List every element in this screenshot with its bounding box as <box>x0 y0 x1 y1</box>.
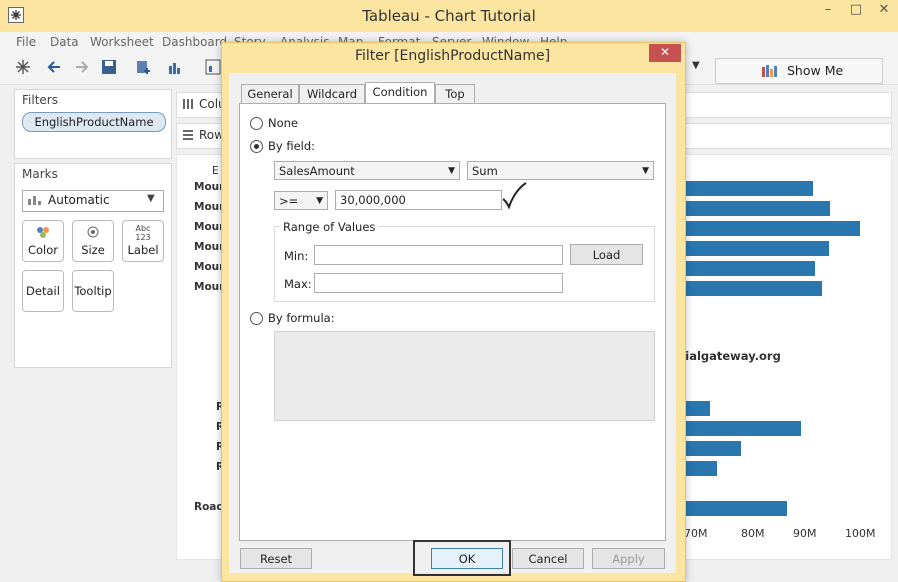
filters-title: Filters <box>22 93 58 107</box>
chart-row-header: E <box>212 165 219 177</box>
mark-type-bar-icon <box>28 196 41 205</box>
radio-none[interactable] <box>250 117 263 130</box>
tab-top[interactable]: Top <box>435 84 475 103</box>
bar[interactable] <box>685 261 815 276</box>
reset-button[interactable]: Reset <box>240 548 312 569</box>
chevron-down-icon: ▼ <box>448 166 455 176</box>
tableau-home-icon[interactable] <box>14 58 32 76</box>
menu-dashboard[interactable]: Dashboard <box>162 35 227 49</box>
apply-button[interactable]: Apply <box>592 548 665 569</box>
marks-color-label: Color <box>27 243 59 257</box>
dialog-close-button[interactable]: ✕ <box>649 44 681 62</box>
load-button[interactable]: Load <box>570 244 643 265</box>
maximize-button[interactable]: □ <box>842 0 870 22</box>
columns-icon <box>183 99 193 109</box>
chart-options-icon[interactable] <box>204 58 222 76</box>
formula-editor[interactable] <box>274 331 655 421</box>
min-input[interactable] <box>314 245 563 265</box>
dialog-title: Filter [EnglishProductName] <box>354 48 551 64</box>
menu-data[interactable]: Data <box>50 35 79 49</box>
chevron-down-icon: ▼ <box>642 166 649 176</box>
close-window-button[interactable]: ✕ <box>870 0 898 22</box>
show-me-label: Show Me <box>787 63 844 78</box>
tab-general[interactable]: General <box>241 84 299 103</box>
marks-title: Marks <box>22 167 58 181</box>
x-tick-70m: 70M <box>684 527 708 540</box>
cancel-button[interactable]: Cancel <box>512 548 584 569</box>
bar[interactable] <box>685 421 801 436</box>
checkmark-icon <box>502 182 527 210</box>
min-label: Min: <box>284 249 309 263</box>
tab-wildcard[interactable]: Wildcard <box>299 84 365 103</box>
add-data-source-icon[interactable] <box>134 58 152 76</box>
aggregation-select[interactable]: Sum ▼ <box>467 161 654 180</box>
toolbar-dropdown-icon[interactable]: ▼ <box>692 60 700 71</box>
operator-select-value: >= <box>279 194 299 208</box>
filter-pill-englishproductname[interactable]: EnglishProductName <box>22 112 166 132</box>
window-title: Tableau - Chart Tutorial <box>362 7 536 25</box>
chevron-down-icon: ▼ <box>316 196 323 206</box>
marks-label-button[interactable]: Abc 123 Label <box>122 220 164 262</box>
condition-value-input[interactable]: 30,000,000 <box>335 190 502 210</box>
bar[interactable] <box>685 221 860 236</box>
field-select[interactable]: SalesAmount ▼ <box>274 161 460 180</box>
ok-highlight-box <box>413 540 511 576</box>
label-icon: Abc 123 <box>135 224 151 242</box>
marks-detail-label: Detail <box>26 284 60 298</box>
radio-by-field[interactable] <box>250 140 263 153</box>
save-icon[interactable] <box>100 58 118 76</box>
marks-detail-button[interactable]: Detail <box>22 270 64 312</box>
field-select-value: SalesAmount <box>279 164 355 178</box>
x-tick-100m: 100M <box>845 527 876 540</box>
marks-color-button[interactable]: Color <box>22 220 64 262</box>
bar[interactable] <box>685 281 822 296</box>
color-icon <box>37 227 49 238</box>
marks-size-label: Size <box>81 243 105 257</box>
radio-by-formula-label: By formula: <box>268 311 335 325</box>
bar[interactable] <box>685 501 787 516</box>
minimize-button[interactable]: – <box>814 0 842 22</box>
marks-size-button[interactable]: Size <box>72 220 114 262</box>
rows-icon <box>183 130 193 140</box>
undo-icon[interactable] <box>46 58 64 76</box>
bar[interactable] <box>685 441 741 456</box>
marks-tooltip-label: Tooltip <box>74 284 112 298</box>
marks-tooltip-button[interactable]: Tooltip <box>72 270 114 312</box>
row-label: Roac <box>194 501 223 513</box>
chevron-down-icon: ▼ <box>147 193 155 204</box>
bar[interactable] <box>685 241 829 256</box>
bar[interactable] <box>685 181 813 196</box>
menu-file[interactable]: File <box>16 35 36 49</box>
mark-type-value: Automatic <box>48 193 110 207</box>
radio-none-label: None <box>268 116 299 130</box>
new-worksheet-icon[interactable] <box>166 58 184 76</box>
bar-chart-icon <box>762 65 777 77</box>
x-tick-80m: 80M <box>741 527 765 540</box>
size-icon <box>87 226 99 238</box>
operator-select[interactable]: >= ▼ <box>274 191 328 210</box>
tab-condition[interactable]: Condition <box>365 82 435 104</box>
menu-worksheet[interactable]: Worksheet <box>90 35 154 49</box>
aggregation-select-value: Sum <box>472 164 498 178</box>
max-label: Max: <box>284 277 312 291</box>
bar[interactable] <box>685 201 830 216</box>
range-of-values-title: Range of Values <box>280 220 379 234</box>
radio-by-formula[interactable] <box>250 312 263 325</box>
bar[interactable] <box>685 401 710 416</box>
radio-by-field-label: By field: <box>268 139 316 153</box>
bar[interactable] <box>685 461 717 476</box>
x-tick-90m: 90M <box>793 527 817 540</box>
redo-icon[interactable] <box>72 58 90 76</box>
max-input[interactable] <box>314 273 563 293</box>
marks-label-label: Label <box>127 243 159 257</box>
window-controls: – □ ✕ <box>814 0 898 22</box>
